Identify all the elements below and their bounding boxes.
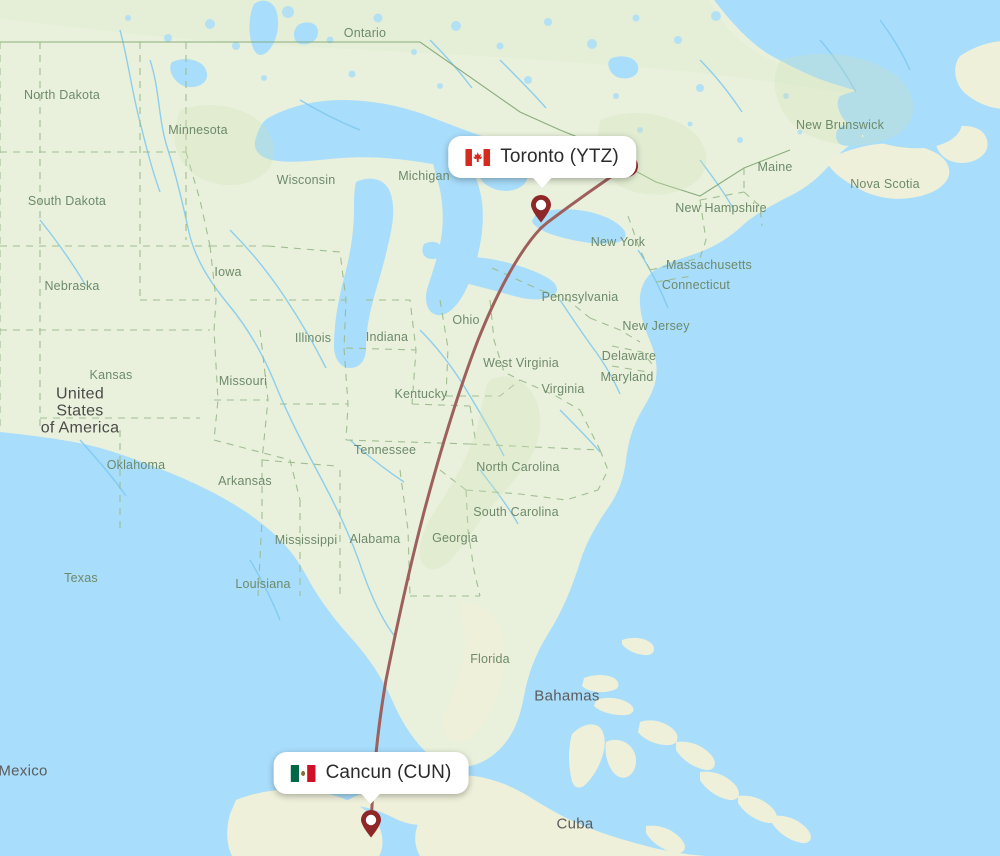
canada-flag-icon [465,148,491,166]
airport-callout-toronto[interactable]: Toronto (YTZ) [448,136,636,188]
pin-icon [531,195,551,223]
mexico-flag-icon [290,764,316,782]
flight-route-map[interactable]: Ontario New Brunswick Nova Scotia North Dak… [0,0,1000,856]
map-canvas [0,0,1000,856]
callout-tail [531,176,553,188]
pin-icon [361,810,381,838]
map-pin-cancun[interactable] [360,810,382,843]
airport-callout-cancun[interactable]: Cancun (CUN) [273,752,469,804]
callout-label-cancun: Cancun (CUN) [325,762,452,783]
lake-st-clair [422,241,443,259]
map-pin-toronto[interactable] [530,195,552,228]
callout-label-toronto: Toronto (YTZ) [500,146,619,167]
callout-tail [359,792,382,804]
